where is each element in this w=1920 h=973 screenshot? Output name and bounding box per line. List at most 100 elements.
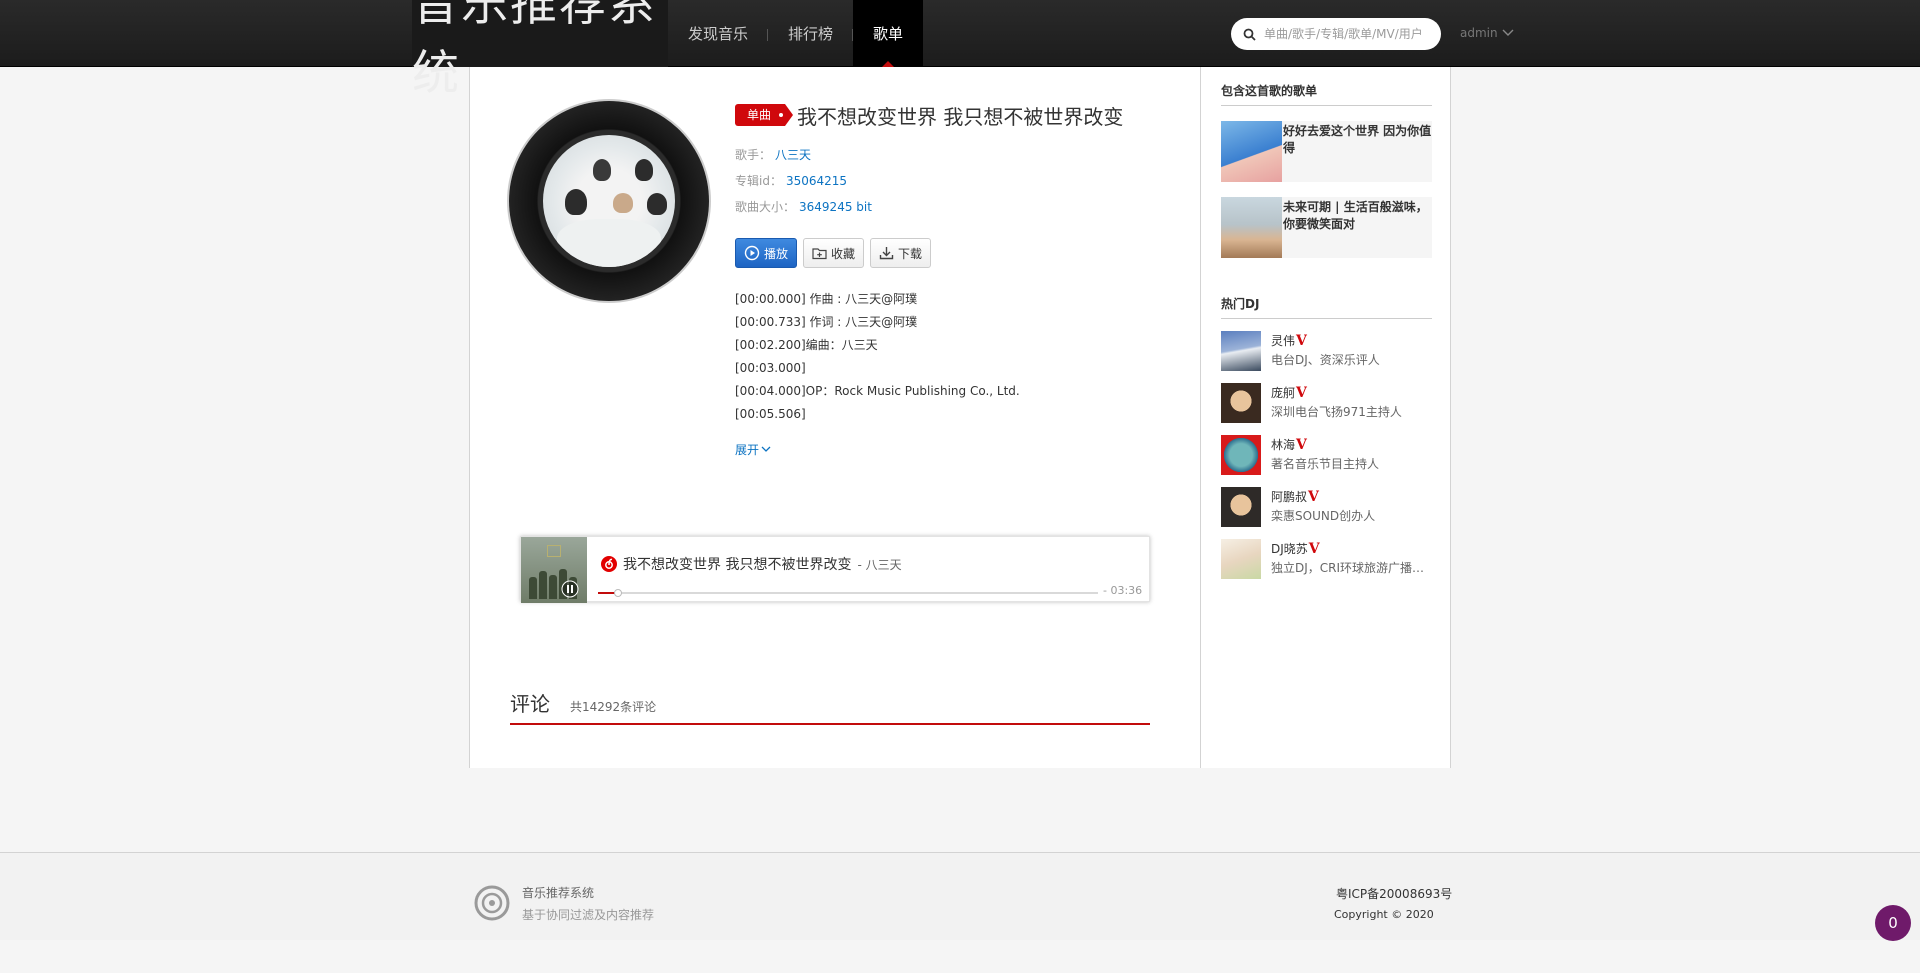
size-row: 歌曲大小： 3649245 bit [735,194,1175,220]
lyric-line: [00:00.733] 作词 : 八三天@阿璞 [735,315,918,329]
netease-music-icon [601,556,617,572]
progress-knob[interactable] [614,589,622,597]
floating-count-badge[interactable]: 0 [1875,905,1911,941]
lyric-line: [00:03.000] [735,361,806,375]
pause-icon[interactable] [561,580,579,598]
playlist-cover-image[interactable] [1221,121,1282,182]
nav-charts[interactable]: 排行榜 [768,0,854,67]
verified-badge: V [1296,437,1307,453]
disc-logo-icon [474,885,510,921]
singer-link[interactable]: 八三天 [775,148,811,162]
song-title: 我不想改变世界 我只想不被世界改变 [797,104,1124,129]
sidebar: 包含这首歌的歌单 好好去爱这个世界 因为你值得 未来可期 | 生活百般滋味，你要… [1200,67,1451,768]
verified-badge: V [1296,385,1307,401]
chevron-down-icon [1502,29,1514,36]
download-label: 下载 [898,246,923,261]
chevron-down-icon [761,446,771,452]
album-id-link[interactable]: 35064215 [786,174,847,188]
dj-desc: 深圳电台飞扬971主持人 [1271,405,1402,419]
dj-avatar[interactable] [1221,383,1261,423]
player-cover-image[interactable] [521,537,587,603]
dj-item[interactable]: 林海 V 著名音乐节目主持人 [1221,435,1432,475]
lyric-line: [00:00.000] 作曲 : 八三天@阿璞 [735,292,918,306]
expand-label: 展开 [735,443,760,457]
nav-playlists-label: 歌单 [873,25,904,43]
footer-icp[interactable]: 粤ICP备20008693号 [1336,885,1452,902]
related-playlists-section: 包含这首歌的歌单 好好去爱这个世界 因为你值得 未来可期 | 生活百般滋味，你要… [1221,82,1432,258]
footer: 音乐推荐系统 基于协同过滤及内容推荐 粤ICP备20008693号 Copyri… [0,852,1920,940]
lyric-line: [00:05.506] [735,407,806,421]
play-label: 播放 [764,246,789,261]
dj-avatar[interactable] [1221,331,1261,371]
song-meta: 歌手： 八三天 专辑id： 35064215 歌曲大小： 3649245 bit [735,142,1175,220]
action-buttons: 播放 收藏 下载 [735,238,1175,268]
song-main-panel: 单曲 我不想改变世界 我只想不被世界改变 歌手： 八三天 专辑id： 3506421… [470,67,1200,768]
dj-avatar[interactable] [1221,539,1261,579]
user-name: admin [1460,26,1498,40]
singer-label: 歌手： [735,148,772,162]
player-title-row: 我不想改变世界 我只想不被世界改变 - 八三天 [601,554,902,574]
nav-playlists[interactable]: 歌单 [853,0,924,67]
dj-name[interactable]: 林海 [1271,436,1295,454]
dj-desc: 电台DJ、资深乐评人 [1271,353,1380,367]
folder-add-icon [812,248,827,260]
search-box[interactable] [1231,18,1441,50]
comments-header: 评论 共14292条评论 [510,692,1150,725]
top-navbar: 音乐推荐系统 发现音乐 排行榜 歌单 admin [0,0,1920,101]
nav-discover-music[interactable]: 发现音乐 [668,0,769,67]
dj-name-row: 林海 V [1271,436,1379,454]
footer-copyright: Copyright © 2020 [1334,908,1434,921]
related-playlists-title: 包含这首歌的歌单 [1221,82,1432,106]
verified-badge: V [1296,333,1307,349]
footer-site-name: 音乐推荐系统 [522,886,595,900]
search-input[interactable] [1264,27,1434,41]
player-artist: - 八三天 [857,557,902,572]
play-button[interactable]: 播放 [735,238,798,268]
dj-desc: 独立DJ，CRI环球旅游广播特邀DJ [1271,561,1431,575]
dj-item[interactable]: 庞舸 V 深圳电台飞扬971主持人 [1221,383,1432,423]
search-icon [1243,28,1256,41]
song-size: 3649245 bit [799,200,872,214]
album-row: 专辑id： 35064215 [735,168,1175,194]
lyrics-block: [00:00.000] 作曲 : 八三天@阿璞 [00:00.733] 作词 :… [735,288,1175,426]
hot-dj-title: 热门DJ [1221,295,1432,319]
single-tag-label: 单曲 [747,108,772,122]
playlist-item[interactable]: 好好去爱这个世界 因为你值得 [1221,121,1432,182]
dj-name[interactable]: 灵伟 [1271,332,1295,350]
dj-desc: 栾惠SOUND创办人 [1271,509,1376,523]
player-time: - 03:36 [1103,584,1143,597]
download-button[interactable]: 下载 [870,238,932,268]
dj-name[interactable]: 阿鹏叔 [1271,488,1307,506]
singer-row: 歌手： 八三天 [735,142,1175,168]
playlist-name[interactable]: 未来可期 | 生活百般滋味，你要微笑面对 [1282,197,1432,258]
playlist-cover-image[interactable] [1221,197,1282,258]
lyric-line: [00:02.200]编曲：八三天 [735,338,878,352]
download-icon [879,247,894,260]
mini-player: 我不想改变世界 我只想不被世界改变 - 八三天 - 03:36 [520,536,1150,603]
dj-name-row: 庞舸 V [1271,384,1402,402]
dj-avatar[interactable] [1221,487,1261,527]
progress-bar[interactable] [598,589,1098,597]
dj-item[interactable]: 灵伟 V 电台DJ、资深乐评人 [1221,331,1432,371]
dj-item[interactable]: DJ晓苏V 独立DJ，CRI环球旅游广播特邀DJ [1221,539,1432,579]
user-menu[interactable]: admin [1460,26,1514,40]
playlist-name[interactable]: 好好去爱这个世界 因为你值得 [1282,121,1432,182]
dj-item[interactable]: 阿鹏叔 V 栾惠SOUND创办人 [1221,487,1432,527]
size-label: 歌曲大小： [735,200,796,214]
album-disc [509,101,709,301]
expand-lyrics-link[interactable]: 展开 [735,441,1175,458]
dj-name-row: 阿鹏叔 V [1271,488,1375,506]
site-logo[interactable]: 音乐推荐系统 [412,0,668,101]
collect-button[interactable]: 收藏 [803,238,865,268]
verified-badge: V [1308,541,1320,557]
lyric-line: [00:04.000]OP：Rock Music Publishing Co.,… [735,384,1020,398]
player-song-title: 我不想改变世界 我只想不被世界改变 [623,557,852,573]
play-circle-icon [744,245,760,261]
dj-name-row: DJ晓苏 V [1271,540,1431,558]
dj-avatar[interactable] [1221,435,1261,475]
dj-name[interactable]: DJ晓苏 [1271,540,1308,558]
playlist-item[interactable]: 未来可期 | 生活百般滋味，你要微笑面对 [1221,197,1432,258]
footer-subtitle: 基于协同过滤及内容推荐 [522,908,655,922]
dj-name[interactable]: 庞舸 [1271,384,1295,402]
dj-name-row: 灵伟 V [1271,332,1380,350]
